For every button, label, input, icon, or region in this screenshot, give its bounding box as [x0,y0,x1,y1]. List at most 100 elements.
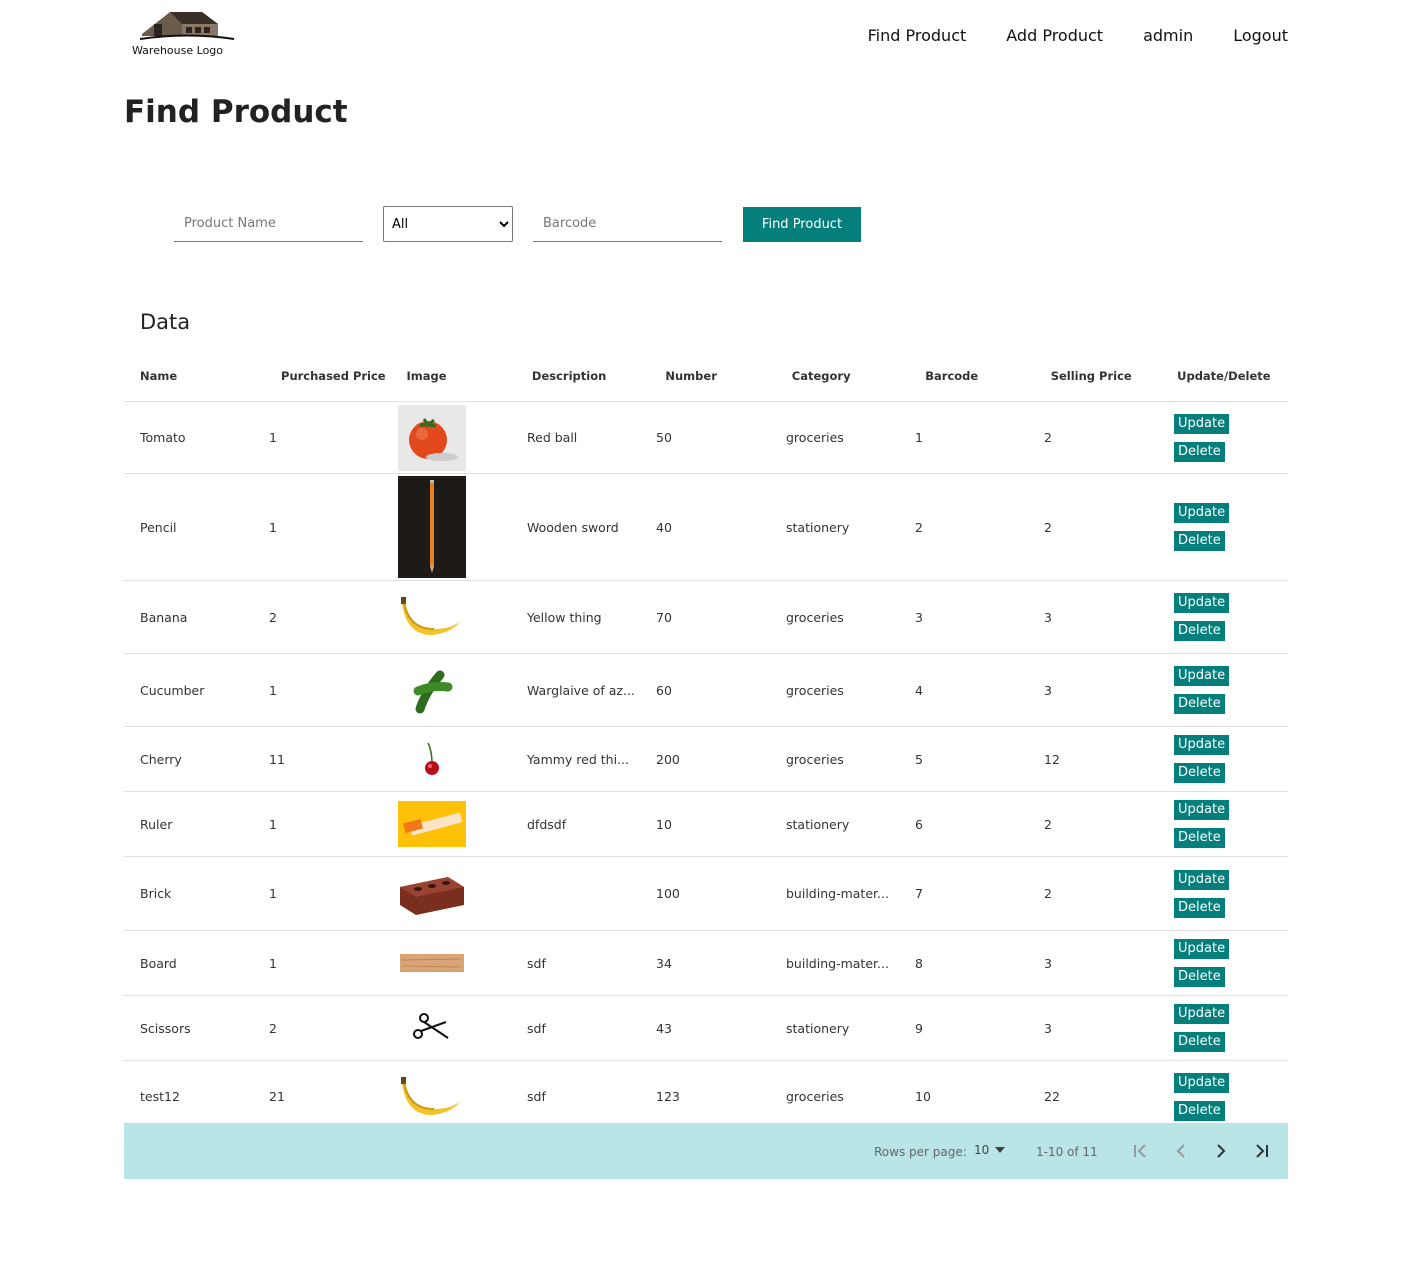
col-header-description[interactable]: Description [532,369,665,383]
cell-category: stationery [786,1020,850,1036]
cell-actions: Update Delete [1174,800,1288,848]
table-row: Pencil 1 Wooden sword 40 stationery 2 2 Update D… [124,474,1288,581]
cell-barcode: 4 [915,682,923,698]
cell-purchased-price: 11 [269,751,285,767]
nav-find-product[interactable]: Find Product [868,26,967,45]
col-header-number[interactable]: Number [665,369,791,383]
cell-category: groceries [786,751,844,767]
cherry-image [398,739,466,779]
product-name-input[interactable] [174,206,363,242]
cell-actions: Update Delete [1174,1072,1288,1121]
tomato-image [398,404,466,471]
cell-description: sdf [527,1089,546,1104]
cell-selling-price: 3 [1044,682,1052,698]
rows-per-page-label: Rows per page: [874,1145,967,1159]
cell-number: 10 [656,816,672,832]
cell-number: 40 [656,519,672,535]
cell-image [398,801,527,847]
cell-selling-price: 2 [1044,430,1052,445]
cell-image [398,871,527,917]
delete-button[interactable]: Delete [1174,1032,1225,1052]
cell-barcode: 8 [915,955,923,971]
delete-button[interactable]: Delete [1174,1100,1225,1121]
cell-image [398,1075,527,1119]
cell-description: Warglaive of az... [527,682,635,698]
cell-description: dfdsdf [527,816,567,832]
update-button[interactable]: Update [1174,735,1230,755]
first-page-icon [1134,1144,1146,1158]
update-button[interactable]: Update [1174,800,1230,820]
cell-selling-price: 2 [1044,886,1052,901]
update-button[interactable]: Update [1174,503,1230,523]
warehouse-logo[interactable]: Warehouse Logo [132,6,242,60]
cell-selling-price: 3 [1044,1020,1052,1036]
cell-name: Cherry [140,751,182,767]
cell-description: sdf [527,955,546,971]
cell-actions: Update Delete [1174,503,1288,551]
delete-button[interactable]: Delete [1174,694,1225,714]
cell-number: 34 [656,955,672,971]
delete-button[interactable]: Delete [1174,531,1225,551]
cell-barcode: 6 [915,816,923,832]
previous-page-button[interactable] [1170,1140,1192,1162]
warehouse-logo-icon [140,12,235,40]
cell-image [398,476,527,578]
col-header-purchased-price[interactable]: Purchased Price [281,369,406,383]
cell-name: Banana [140,609,188,625]
cell-actions: Update Delete [1174,735,1288,783]
cell-actions: Update Delete [1174,413,1288,462]
nav-admin[interactable]: admin [1143,26,1193,45]
barcode-input[interactable] [533,206,722,242]
cell-actions: Update Delete [1174,666,1288,714]
update-button[interactable]: Update [1174,413,1230,434]
nav-add-product[interactable]: Add Product [1006,26,1103,45]
update-button[interactable]: Update [1174,593,1230,613]
col-header-category[interactable]: Category [792,369,925,383]
update-button[interactable]: Update [1174,1072,1230,1093]
delete-button[interactable]: Delete [1174,441,1225,462]
delete-button[interactable]: Delete [1174,967,1225,987]
delete-button[interactable]: Delete [1174,897,1225,918]
update-button[interactable]: Update [1174,1004,1230,1024]
cell-barcode: 7 [915,886,923,901]
find-product-button[interactable]: Find Product [743,207,861,242]
nav-logout[interactable]: Logout [1233,26,1288,45]
cell-purchased-price: 21 [269,1089,285,1104]
cell-name: Pencil [140,519,177,535]
cell-name: Board [140,955,177,971]
cell-purchased-price: 1 [269,816,277,832]
last-page-button[interactable] [1250,1140,1272,1162]
cell-category: groceries [786,430,844,445]
cell-image [398,404,527,471]
next-page-button[interactable] [1210,1140,1232,1162]
first-page-button[interactable] [1130,1140,1152,1162]
table-row: Ruler 1 dfdsdf 10 stationery 6 2 Update Delete [124,792,1288,857]
cell-category: stationery [786,519,850,535]
cell-purchased-price: 2 [269,609,277,625]
update-button[interactable]: Update [1174,939,1230,959]
rows-per-page-select[interactable]: 10 [974,1143,1006,1157]
update-button[interactable]: Update [1174,666,1230,686]
top-nav: Find Product Add Product admin Logout [868,26,1288,45]
cell-category: groceries [786,682,844,698]
col-header-name[interactable]: Name [124,369,281,383]
delete-button[interactable]: Delete [1174,763,1225,783]
cell-purchased-price: 1 [269,430,277,445]
category-select[interactable]: All [383,206,513,242]
table-row: Cucumber 1 Warglaive of az... 60 groceries 4 3… [124,654,1288,727]
cell-image [398,739,527,779]
table-row: Cherry 11 Yammy red thi... 200 groceries 5 12 U… [124,727,1288,792]
update-button[interactable]: Update [1174,869,1230,890]
cell-name: Cucumber [140,682,205,698]
cell-name: Tomato [140,430,186,445]
cell-name: Brick [140,886,172,901]
col-header-selling-price[interactable]: Selling Price [1051,369,1177,383]
cell-actions: Update Delete [1174,1004,1288,1052]
cell-actions: Update Delete [1174,869,1288,918]
col-header-update-delete: Update/Delete [1177,368,1271,383]
delete-button[interactable]: Delete [1174,828,1225,848]
delete-button[interactable]: Delete [1174,621,1225,641]
col-header-barcode[interactable]: Barcode [925,369,1050,383]
col-header-image[interactable]: Image [406,369,531,383]
cell-description: Red ball [527,430,578,445]
